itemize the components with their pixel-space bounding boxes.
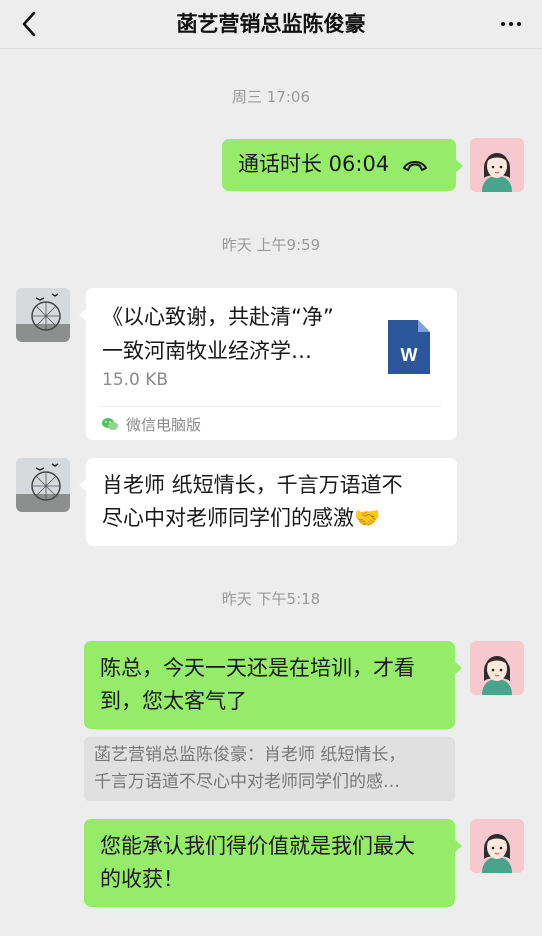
file-size: 15.0 KB [102, 370, 169, 390]
text-message[interactable]: 您能承认我们得价值就是我们最大 的收获！ [84, 819, 462, 907]
ferris-wheel-photo-icon [16, 458, 70, 512]
timestamp: 昨天 上午9:59 [221, 236, 321, 254]
divider [100, 406, 441, 407]
my-avatar[interactable] [470, 819, 524, 873]
message-line: 的收获！ [100, 867, 184, 891]
quote-line: 菡艺营销总监陈俊豪：肖老师 纸短情长， [94, 745, 406, 765]
message-line: 尽心中对老师同学们的感激 [102, 506, 354, 530]
contact-avatar[interactable] [16, 288, 70, 342]
file-title-line: 《以心致谢，共赴清“净” [102, 305, 334, 329]
phone-hangup-icon [402, 161, 427, 171]
chat-header: 菡艺营销总监陈俊豪 [0, 0, 542, 49]
quoted-message[interactable]: 菡艺营销总监陈俊豪：肖老师 纸短情长， 千言万语道不尽心中对老师同学们的感… [84, 737, 455, 801]
file-source: 微信电脑版 [102, 413, 201, 435]
svg-text:W: W [401, 345, 418, 365]
call-duration-text: 通话时长 06:04 [238, 152, 390, 176]
handshake-emoji: 🤝 [354, 506, 381, 530]
message-line: 到，您太客气了 [100, 689, 247, 713]
file-title-line: 一致河南牧业经济学… [102, 339, 312, 363]
girl-avatar-icon [470, 138, 524, 192]
text-message[interactable]: 陈总，今天一天还是在培训，才看 到，您太客气了 [84, 641, 462, 729]
girl-avatar-icon [470, 819, 524, 873]
timestamp: 昨天 下午5:18 [221, 590, 321, 608]
my-avatar[interactable] [470, 138, 524, 192]
timestamp: 周三 17:06 [232, 88, 310, 106]
more-button[interactable] [494, 9, 528, 39]
contact-avatar[interactable] [16, 458, 70, 512]
wechat-icon [102, 418, 118, 430]
more-dots-icon [501, 22, 505, 26]
call-record-message[interactable]: 通话时长 06:04 [222, 139, 463, 191]
girl-avatar-icon [470, 641, 524, 695]
word-document-icon: W [388, 320, 430, 374]
my-avatar[interactable] [470, 641, 524, 695]
ferris-wheel-photo-icon [16, 288, 70, 342]
file-message[interactable]: 《以心致谢，共赴清“净” 一致河南牧业经济学… 15.0 KB W 微信电脑版 [79, 288, 457, 440]
message-line: 陈总，今天一天还是在培训，才看 [100, 656, 415, 680]
text-message[interactable]: 肖老师 纸短情长，千言万语道不 尽心中对老师同学们的感激🤝 [79, 458, 457, 546]
quote-line: 千言万语道不尽心中对老师同学们的感… [94, 772, 400, 792]
message-line: 肖老师 纸短情长，千言万语道不 [102, 473, 403, 497]
chat-title: 菡艺营销总监陈俊豪 [176, 12, 366, 36]
file-source-label: 微信电脑版 [126, 415, 202, 434]
message-line: 您能承认我们得价值就是我们最大 [100, 834, 415, 858]
